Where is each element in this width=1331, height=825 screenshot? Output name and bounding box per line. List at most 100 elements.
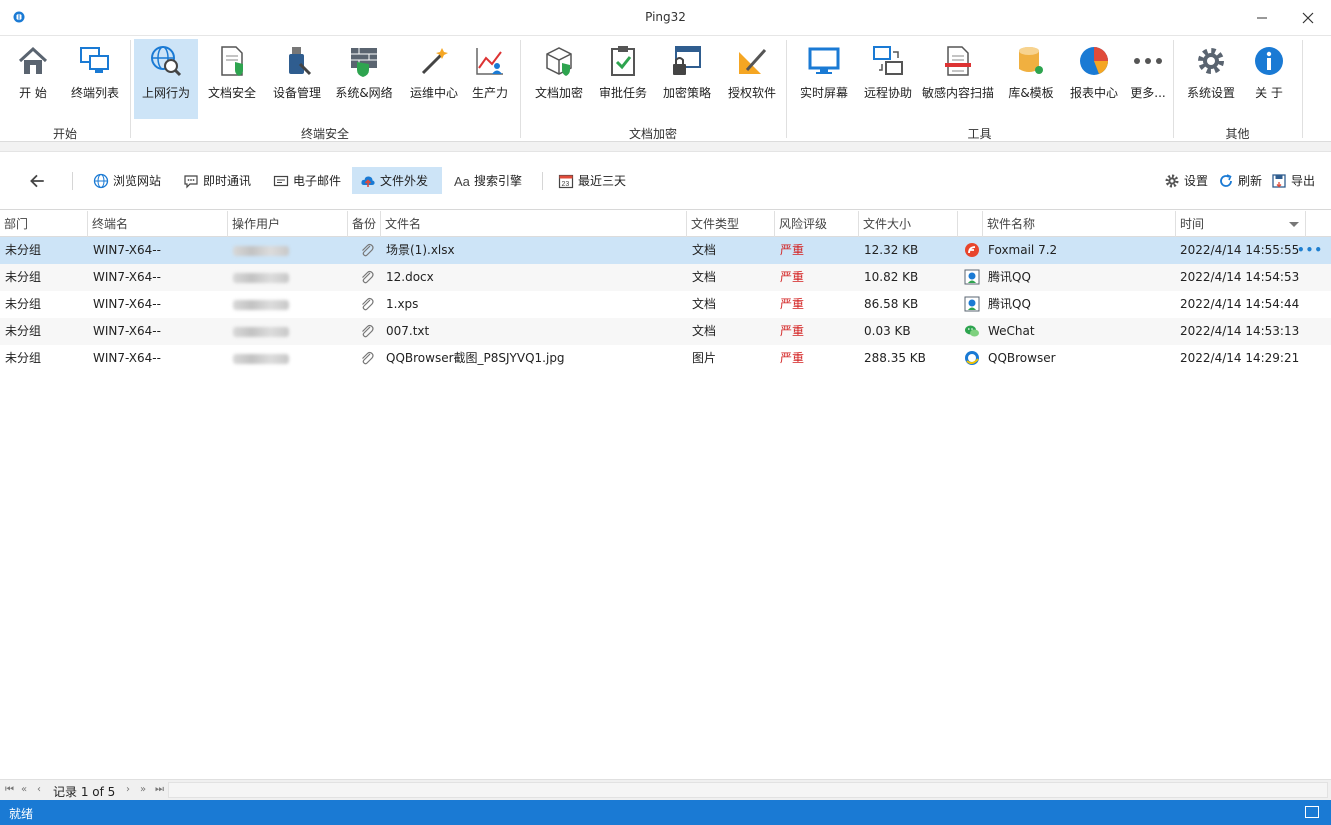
prev-page-fast-icon[interactable]: « (21, 784, 27, 795)
col-filesize[interactable]: 文件大小 (859, 211, 958, 237)
monitors-icon (80, 47, 109, 73)
keyboard-icon (1305, 806, 1319, 818)
tab-browse-web[interactable]: 浏览网站 (85, 167, 169, 194)
last-page-icon[interactable]: ⏭ (155, 784, 164, 795)
more-dots-icon (1134, 58, 1162, 64)
cloud-upload-icon (361, 175, 375, 187)
ribbon-doc-security-button[interactable]: 文档安全 (204, 39, 260, 119)
ribbon-system-network-button[interactable]: 系统&网络 (333, 39, 395, 119)
ribbon-more-button[interactable]: 更多... (1128, 39, 1168, 119)
prev-page-icon[interactable]: ‹ (37, 784, 41, 795)
wechat-icon (965, 325, 979, 337)
box-shield-icon (546, 47, 572, 76)
tab-search-engine[interactable]: Aa 搜索引擎 (446, 167, 530, 194)
ribbon-licensed-software-button[interactable]: 授权软件 (723, 39, 781, 119)
col-backup[interactable]: 备份 (348, 211, 381, 237)
ribbon-web-behavior-button[interactable]: 上网行为 (134, 39, 198, 119)
qqbrowser-icon (965, 351, 979, 365)
record-indicator: 记录 1 of 5 (53, 785, 116, 799)
date-range-button[interactable]: 23 最近三天 (550, 167, 634, 194)
ribbon-realtime-screen-button[interactable]: 实时屏幕 (795, 39, 853, 119)
ribbon-report-center-button[interactable]: 报表中心 (1066, 39, 1122, 119)
col-risk[interactable]: 风险评级 (775, 211, 859, 237)
refresh-button[interactable]: 刷新 (1210, 167, 1270, 194)
backup-attachment-icon[interactable] (354, 291, 381, 318)
first-page-icon[interactable]: ⏮ (5, 784, 14, 795)
gear-icon (1198, 48, 1224, 74)
arrow-left-icon (30, 174, 44, 187)
window-title: Ping32 (645, 10, 686, 24)
next-page-fast-icon[interactable]: » (140, 784, 146, 795)
ribbon-system-settings-button[interactable]: 系统设置 (1183, 39, 1239, 119)
col-filename[interactable]: 文件名 (381, 211, 687, 237)
user-redacted (228, 237, 348, 264)
tab-file-outbound[interactable]: 文件外发 (352, 167, 442, 194)
table-row[interactable]: 未分组 WIN7-X64-- 1.xps 文档 严重 86.58 KB 腾讯QQ… (0, 291, 1331, 318)
ribbon-start-button[interactable]: 开 始 (9, 39, 57, 119)
chart-person-icon (476, 48, 503, 75)
col-terminal[interactable]: 终端名 (88, 211, 228, 237)
table-row[interactable]: 未分组 WIN7-X64-- 12.docx 文档 严重 10.82 KB 腾讯… (0, 264, 1331, 291)
chat-bubble-icon (184, 174, 198, 188)
ribbon-productivity-button[interactable]: 生产力 (468, 39, 512, 119)
globe-search-icon (151, 46, 182, 77)
col-app-icon[interactable] (958, 211, 983, 237)
user-redacted (228, 291, 348, 318)
window-lock-icon (673, 46, 701, 75)
remote-desktop-icon (873, 46, 903, 75)
ribbon-device-mgmt-button[interactable]: 设备管理 (268, 39, 326, 119)
ribbon-group-start: 开始 (52, 127, 77, 141)
tab-email[interactable]: 电子邮件 (265, 167, 349, 194)
svg-text:23: 23 (562, 181, 570, 188)
status-bar: 就绪 (0, 800, 1331, 825)
next-page-icon[interactable]: › (126, 784, 130, 795)
ribbon-gap (0, 142, 1331, 152)
user-redacted (228, 345, 348, 372)
ribbon-terminal-list-button[interactable]: 终端列表 (64, 39, 126, 119)
status-text: 就绪 (9, 807, 34, 821)
globe-icon (93, 173, 109, 188)
monitor-icon (808, 47, 840, 74)
refresh-icon (1220, 173, 1232, 187)
col-time[interactable]: 时间 (1176, 211, 1306, 237)
tab-instant-messaging[interactable]: 即时通讯 (175, 167, 259, 194)
backup-attachment-icon[interactable] (354, 318, 381, 345)
row-more-button[interactable]: ••• (1297, 237, 1323, 264)
ribbon-library-template-button[interactable]: 库&模板 (1004, 39, 1058, 119)
backup-attachment-icon[interactable] (354, 264, 381, 291)
backup-attachment-icon[interactable] (354, 345, 381, 372)
ribbon-remote-assist-button[interactable]: 远程协助 (860, 39, 916, 119)
ribbon-doc-encrypt-button[interactable]: 文档加密 (530, 39, 588, 119)
minimize-button[interactable] (1239, 0, 1285, 36)
col-software[interactable]: 软件名称 (983, 211, 1176, 237)
close-button[interactable] (1285, 0, 1331, 36)
col-dept[interactable]: 部门 (0, 211, 88, 237)
table-row[interactable]: 未分组 WIN7-X64-- 007.txt 文档 严重 0.03 KB WeC… (0, 318, 1331, 345)
database-gear-icon (1019, 47, 1043, 74)
ribbon-sensitive-scan-button[interactable]: 敏感内容扫描 (920, 39, 996, 119)
svg-text:Aa: Aa (454, 174, 470, 189)
ribbon-approval-tasks-button[interactable]: 审批任务 (595, 39, 651, 119)
table-row[interactable]: 未分组 WIN7-X64-- 场景(1).xlsx 文档 严重 12.32 KB… (0, 237, 1331, 264)
col-filetype[interactable]: 文件类型 (687, 211, 775, 237)
table-row[interactable]: 未分组 WIN7-X64-- QQBrowser截图_P8SJYVQ1.jpg … (0, 345, 1331, 372)
ribbon-about-button[interactable]: 关 于 (1245, 39, 1293, 119)
horizontal-scrollbar[interactable] (168, 782, 1328, 798)
gear-icon (1165, 174, 1179, 187)
calendar-icon: 23 (558, 174, 574, 188)
sub-toolbar: 浏览网站 即时通讯 电子邮件 文件外发 Aa 搜索引擎 23 最近三天 设置 刷… (0, 152, 1331, 210)
export-button[interactable]: 导出 (1263, 167, 1323, 194)
font-aa-icon: Aa (454, 174, 470, 189)
ribbon-group-terminal-security: 终端安全 (300, 127, 349, 141)
settings-button[interactable]: 设置 (1156, 167, 1216, 194)
table-header: 部门 终端名 操作用户 备份 文件名 文件类型 风险评级 文件大小 软件名称 时… (0, 211, 1331, 237)
col-user[interactable]: 操作用户 (228, 211, 348, 237)
save-export-icon (1272, 173, 1286, 188)
back-button[interactable] (20, 167, 54, 194)
backup-attachment-icon[interactable] (354, 237, 381, 264)
magic-wand-icon (421, 48, 448, 75)
ribbon-encrypt-policy-button[interactable]: 加密策略 (658, 39, 716, 119)
ribbon-ops-center-button[interactable]: 运维中心 (405, 39, 463, 119)
user-redacted (228, 264, 348, 291)
firewall-icon (351, 48, 377, 77)
